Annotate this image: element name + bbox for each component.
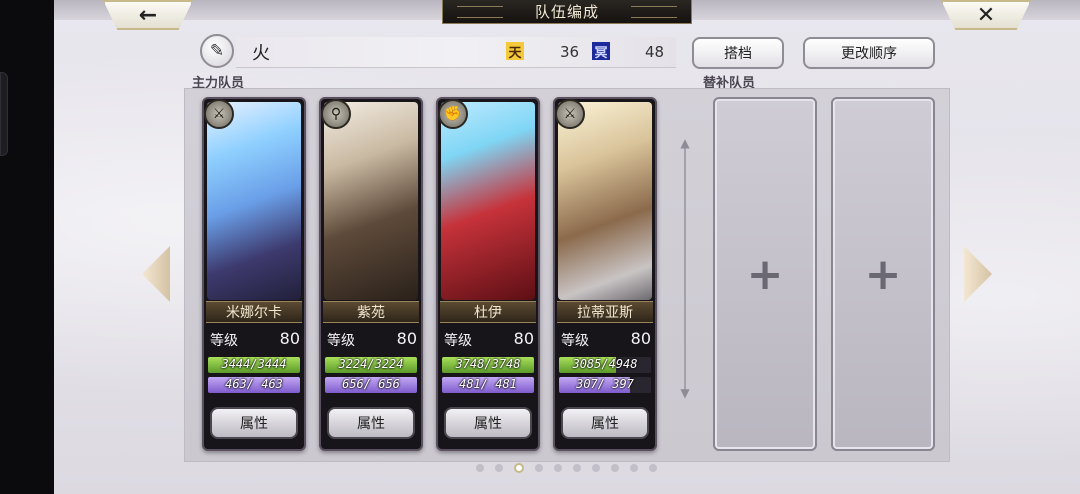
hp-text: 3748/3748 bbox=[455, 357, 521, 371]
system-side-pill bbox=[0, 72, 8, 156]
character-name: 紫苑 bbox=[323, 301, 419, 323]
level-row: 等级 80 bbox=[210, 329, 300, 349]
character-name: 杜伊 bbox=[440, 301, 536, 323]
page-dot[interactable] bbox=[535, 464, 543, 472]
attributes-button[interactable]: 属性 bbox=[561, 407, 649, 439]
level-value: 80 bbox=[630, 329, 651, 348]
character-portrait[interactable] bbox=[441, 102, 535, 300]
mp-text: 656/ 656 bbox=[342, 377, 400, 391]
page-dot[interactable] bbox=[592, 464, 600, 472]
level-label: 等级 bbox=[327, 333, 355, 349]
mp-bar: 481/ 481 bbox=[442, 377, 534, 393]
page-dot[interactable] bbox=[611, 464, 619, 472]
level-value: 80 bbox=[513, 329, 534, 348]
page-dot[interactable] bbox=[495, 464, 503, 472]
hp-bar: 3748/3748 bbox=[442, 357, 534, 373]
back-arrow-icon: ← bbox=[138, 2, 158, 28]
character-name: 拉蒂亚斯 bbox=[557, 301, 653, 323]
character-portrait[interactable] bbox=[324, 102, 418, 300]
attributes-button[interactable]: 属性 bbox=[327, 407, 415, 439]
sword-class-icon: ⚔ bbox=[204, 99, 234, 129]
underworld-value: 48 bbox=[645, 43, 665, 61]
hp-text: 3444/3444 bbox=[221, 357, 287, 371]
chevron-up-icon: ▲ bbox=[680, 136, 690, 150]
pen-icon: ✎ bbox=[209, 41, 225, 61]
party-name: 火 bbox=[252, 43, 270, 64]
substitute-slot-2[interactable]: + bbox=[831, 97, 935, 451]
hp-bar: 3444/3444 bbox=[208, 357, 300, 373]
page-indicator bbox=[476, 463, 657, 476]
level-label: 等级 bbox=[444, 333, 472, 349]
level-value: 80 bbox=[279, 329, 300, 348]
sword-class-icon: ⚔ bbox=[555, 99, 585, 129]
mp-text: 481/ 481 bbox=[459, 377, 517, 391]
heaven-icon: 天 bbox=[506, 42, 524, 61]
mp-bar: 307/ 397 bbox=[559, 377, 651, 393]
mp-bar: 463/ 463 bbox=[208, 377, 300, 393]
member-card[interactable]: ⚔ 拉蒂亚斯 等级 80 3085/4948 307/ 397 属性 bbox=[553, 97, 657, 451]
close-button[interactable]: ✕ bbox=[941, 0, 1031, 30]
member-card[interactable]: ⚔ 米娜尔卡 等级 80 3444/3444 463/ 463 属性 bbox=[202, 97, 306, 451]
hp-text: 3224/3224 bbox=[338, 357, 404, 371]
add-icon: + bbox=[864, 248, 902, 300]
page-dot[interactable] bbox=[514, 463, 524, 473]
page-dot[interactable] bbox=[476, 464, 484, 472]
fist-class-icon: ✊ bbox=[438, 99, 468, 129]
page-dot[interactable] bbox=[554, 464, 562, 472]
attributes-button[interactable]: 属性 bbox=[444, 407, 532, 439]
divider-rail bbox=[684, 145, 686, 397]
substitute-slot-1[interactable]: + bbox=[713, 97, 817, 451]
character-portrait[interactable] bbox=[207, 102, 301, 300]
member-card[interactable]: ⚲ 紫苑 等级 80 3224/3224 656/ 656 属性 bbox=[319, 97, 423, 451]
level-label: 等级 bbox=[210, 333, 238, 349]
level-row: 等级 80 bbox=[561, 329, 651, 349]
back-button[interactable]: ← bbox=[103, 0, 193, 30]
level-label: 等级 bbox=[561, 333, 589, 349]
character-name: 米娜尔卡 bbox=[206, 301, 302, 323]
mp-text: 307/ 397 bbox=[576, 377, 634, 391]
add-icon: + bbox=[746, 248, 784, 300]
change-order-button[interactable]: 更改顺序 bbox=[803, 37, 935, 69]
hp-bar: 3224/3224 bbox=[325, 357, 417, 373]
page-dot[interactable] bbox=[649, 464, 657, 472]
close-icon: ✕ bbox=[976, 2, 996, 28]
member-card[interactable]: ✊ 杜伊 等级 80 3748/3748 481/ 481 属性 bbox=[436, 97, 540, 451]
heaven-value: 36 bbox=[560, 43, 580, 61]
system-left-strip bbox=[0, 0, 54, 494]
attributes-button[interactable]: 属性 bbox=[210, 407, 298, 439]
hp-text: 3085/4948 bbox=[572, 357, 638, 371]
hp-bar: 3085/4948 bbox=[559, 357, 651, 373]
underworld-icon: 冥 bbox=[592, 42, 610, 61]
edit-party-name-button[interactable]: ✎ bbox=[200, 34, 234, 68]
page-dot[interactable] bbox=[573, 464, 581, 472]
party-name-bar bbox=[236, 37, 676, 68]
page-dot[interactable] bbox=[630, 464, 638, 472]
lance-class-icon: ⚲ bbox=[321, 99, 351, 129]
partner-button[interactable]: 搭档 bbox=[692, 37, 784, 69]
level-row: 等级 80 bbox=[327, 329, 417, 349]
level-value: 80 bbox=[396, 329, 417, 348]
character-portrait[interactable] bbox=[558, 102, 652, 300]
mp-bar: 656/ 656 bbox=[325, 377, 417, 393]
level-row: 等级 80 bbox=[444, 329, 534, 349]
mp-text: 463/ 463 bbox=[225, 377, 283, 391]
chevron-down-icon: ▼ bbox=[680, 386, 690, 400]
page-title: 队伍编成 bbox=[442, 0, 692, 24]
